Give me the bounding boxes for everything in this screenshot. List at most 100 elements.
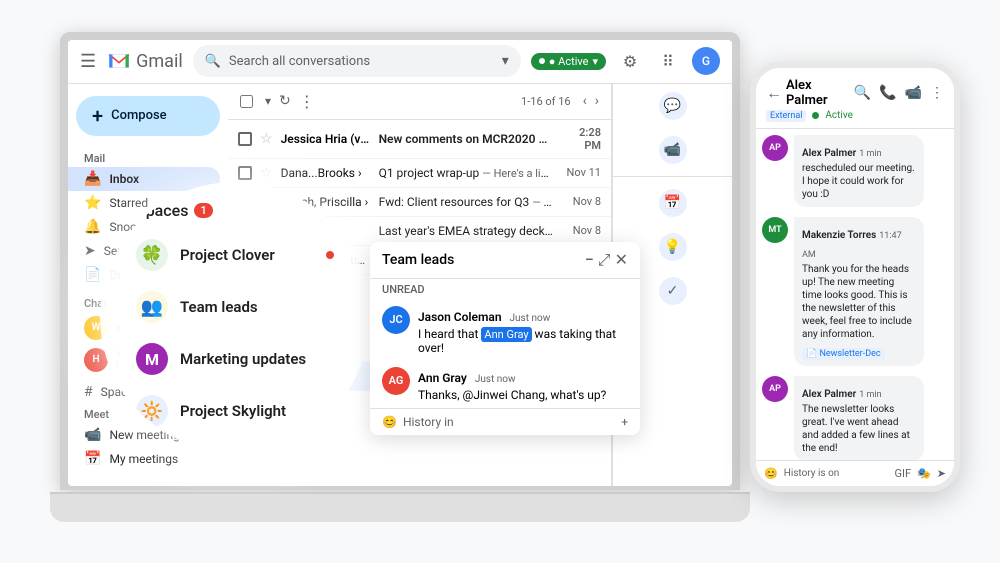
space-notification-dot [326, 251, 334, 259]
gmail-label: Gmail [136, 51, 183, 72]
team-leads-expand-icon[interactable]: ⤢ [598, 250, 611, 270]
user-avatar[interactable]: G [692, 47, 720, 75]
compose-button[interactable]: + Compose [76, 96, 220, 136]
space-item-project-clover[interactable]: 🍀 Project Clover [120, 229, 350, 281]
mention-ann-gray: Ann Gray [481, 327, 531, 342]
tasks-panel-icon: ✓ [659, 277, 687, 305]
gmail-m-icon [106, 48, 132, 74]
email-date: 2:28 PM [561, 126, 601, 152]
right-panel-video[interactable]: 📹 [613, 128, 732, 172]
team-leads-title: Team leads [382, 252, 454, 268]
phone-send-icon[interactable]: ➤ [937, 467, 946, 480]
email-subject: New comments on MCR2020 draft presentati… [379, 132, 553, 146]
phone-more-icon[interactable]: ⋮ [930, 85, 944, 101]
chat-message-jason: JC Jason Coleman Just now I heard that A… [370, 300, 640, 361]
phone-active-dot [812, 112, 819, 119]
spaces-icon: # [84, 384, 93, 400]
compose-label: Compose [111, 108, 167, 123]
team-leads-minimize-icon[interactable]: − [585, 250, 594, 270]
phone-sticker-icon[interactable]: 🎭 [917, 467, 931, 480]
phone-msg-sender-2: Makenzie Torres [802, 230, 876, 241]
right-panel-calendar[interactable]: 📅 [613, 181, 732, 225]
phone-video-icon[interactable]: 📹 [905, 85, 922, 101]
chat-time-ann: Just now [475, 374, 516, 385]
space-item-skylight[interactable]: 🔆 Project Skylight [120, 385, 350, 437]
email-subject: Q1 project wrap-up — Here's a list of al… [379, 166, 553, 180]
chat-input-row[interactable]: 😊 History in + [370, 408, 640, 435]
space-icon-skylight: 🔆 [136, 395, 168, 427]
phone-msg-avatar-3: AP [762, 376, 788, 402]
prev-page-icon[interactable]: ‹ [583, 93, 587, 109]
phone-active-text: Active [825, 110, 853, 121]
search-bar[interactable]: 🔍 Search all conversations ▾ [193, 45, 521, 77]
chat-panel-icon: 💬 [659, 92, 687, 120]
my-meetings-label: My meetings [109, 452, 178, 466]
space-item-team-leads[interactable]: 👥 Team leads [120, 281, 350, 333]
nav-my-meetings[interactable]: 📅 My meetings [68, 447, 220, 471]
active-badge[interactable]: ● Active ▾ [531, 53, 606, 70]
phone-msg-avatar-1: AP [762, 135, 788, 161]
refresh-icon[interactable]: ↻ [279, 93, 291, 109]
phone-back-icon[interactable]: ← [766, 83, 782, 103]
search-placeholder: Search all conversations [229, 54, 370, 69]
space-icon-team-leads: 👥 [136, 291, 168, 323]
spaces-popup: Spaces 1 + 🍀 Project Clover 👥 Team leads… [120, 184, 350, 449]
phone-search-icon[interactable]: 🔍 [854, 85, 871, 101]
chat-time-jason: Just now [510, 313, 551, 324]
keep-panel-icon: 💡 [659, 233, 687, 261]
team-leads-popup-header: Team leads − ⤢ ✕ [370, 242, 640, 279]
search-dropdown-icon[interactable]: ▾ [502, 53, 509, 69]
space-name-skylight: Project Skylight [180, 402, 286, 420]
email-row[interactable]: ☆ Jessica Hria (via Google. New comments… [228, 120, 611, 159]
right-panel-chat[interactable]: 💬 [613, 84, 732, 128]
team-leads-close-icon[interactable]: ✕ [615, 250, 628, 270]
phone-msg-1: AP Alex Palmer1 min rescheduled our meet… [762, 135, 948, 207]
phone-msg-time-1: 1 min [859, 149, 881, 159]
spaces-popup-title: Spaces [136, 201, 188, 220]
spotlight-overlay: Spaces 1 + 🍀 Project Clover 👥 Team leads… [100, 182, 370, 452]
email-subject: Fwd: Client resources for Q3 — Rtech, he… [379, 195, 553, 209]
search-icon: 🔍 [205, 54, 221, 69]
phone-history-label: History is on [784, 468, 889, 479]
chat-add-icon[interactable]: + [621, 415, 628, 429]
snoozed-icon: 🔔 [84, 219, 101, 235]
select-all-checkbox[interactable] [240, 95, 253, 108]
compose-plus-icon: + [92, 104, 103, 128]
chat-text-jason: I heard that Ann Gray was taking that ov… [418, 327, 628, 355]
dropdown-icon[interactable]: ▾ [265, 94, 271, 108]
phone-input-row[interactable]: 😊 History is on GIF 🎭 ➤ [756, 460, 954, 486]
email-subject: Last year's EMEA strategy deck — Sending… [379, 224, 553, 238]
email-checkbox[interactable] [238, 166, 252, 180]
phone-emoji-icon[interactable]: 😊 [764, 467, 778, 480]
more-icon[interactable]: ⋮ [299, 92, 315, 111]
google-apps-icon[interactable]: ⠿ [654, 47, 682, 75]
phone-msg-time-3: 1 min [859, 390, 881, 400]
next-page-icon[interactable]: › [595, 93, 599, 109]
spaces-add-icon[interactable]: + [324, 200, 334, 221]
phone-call-icon[interactable]: 📞 [879, 85, 896, 101]
hamburger-icon[interactable]: ☰ [80, 51, 96, 72]
chat-emoji-icon[interactable]: 😊 [382, 415, 397, 429]
email-checkbox[interactable] [238, 132, 252, 146]
phone-msg-avatar-2: MT [762, 217, 788, 243]
phone-gif-icon[interactable]: GIF [895, 467, 912, 480]
chat-msg-content-jason: Jason Coleman Just now I heard that Ann … [418, 306, 628, 355]
phone-chat-header: ← Alex Palmer 🔍 📞 📹 ⋮ External Active [756, 68, 954, 129]
team-leads-popup: Team leads − ⤢ ✕ UNREAD JC Jason Coleman… [370, 242, 640, 435]
star-icon[interactable]: ☆ [260, 131, 273, 147]
gmail-header: ☰ Gmail 🔍 Sear [68, 40, 732, 84]
phone-msg-text-2: Thank you for the heads up! The new meet… [802, 263, 916, 341]
gmail-logo: Gmail [106, 48, 183, 74]
phone-msg-sender-1: Alex Palmer [802, 148, 856, 159]
spaces-notification-badge: 1 [194, 203, 212, 218]
star-icon[interactable]: ☆ [260, 165, 273, 181]
settings-icon[interactable]: ⚙ [616, 47, 644, 75]
phone-msg-bubble-3: Alex Palmer1 min The newsletter looks gr… [794, 376, 924, 460]
starred-icon: ⭐ [84, 195, 101, 211]
space-icon-clover: 🍀 [136, 239, 168, 271]
new-meeting-icon: 📹 [84, 427, 101, 443]
active-label: ● Active [549, 55, 589, 68]
space-item-marketing[interactable]: M Marketing updates [120, 333, 350, 385]
phone-msg-3: AP Alex Palmer1 min The newsletter looks… [762, 376, 948, 460]
space-icon-marketing: M [136, 343, 168, 375]
